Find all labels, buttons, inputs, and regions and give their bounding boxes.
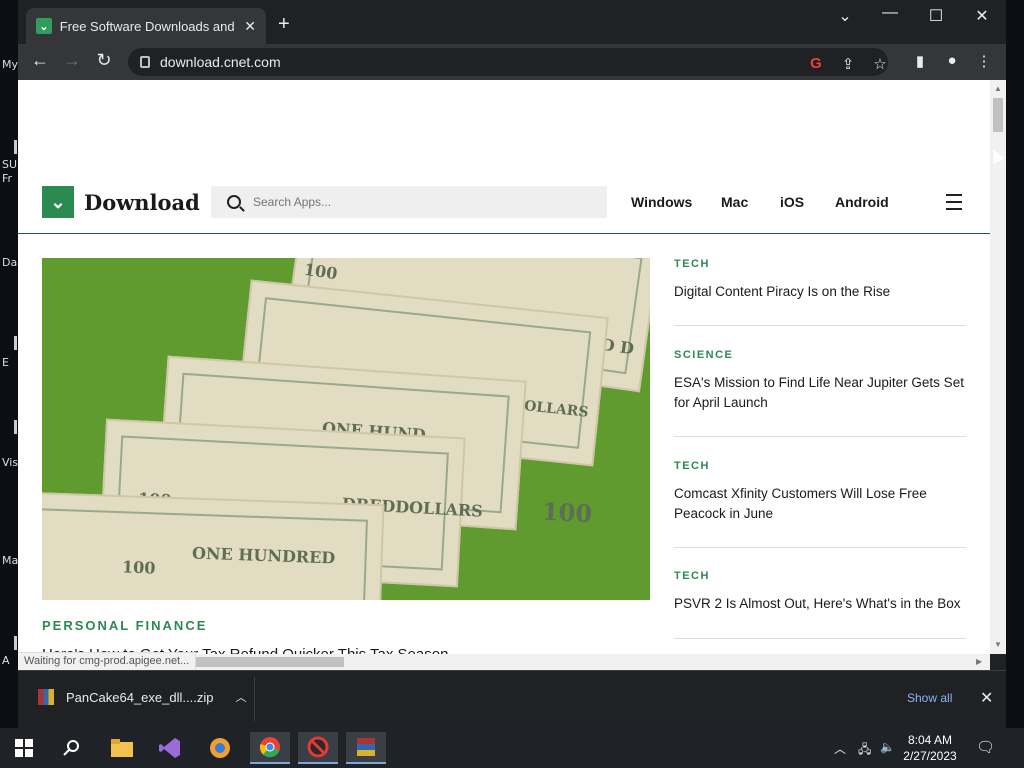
desktop-label: Vis: [2, 456, 19, 469]
article-title[interactable]: Comcast Xfinity Customers Will Lose Free…: [674, 484, 966, 524]
brave-browser-icon[interactable]: [200, 732, 240, 764]
bill-text: 100: [541, 496, 593, 529]
show-all-link[interactable]: Show all: [907, 691, 952, 705]
reload-button[interactable]: ↻: [92, 50, 116, 71]
desktop-icon-bar: [14, 336, 17, 350]
profile-icon[interactable]: ●: [941, 52, 963, 69]
search-input[interactable]: [253, 195, 553, 209]
download-item[interactable]: PanCake64_exe_dll....zip ︿: [38, 689, 246, 705]
site-header: ⌄ Download Windows Mac iOS Android: [18, 184, 990, 234]
tab-title: Free Software Downloads and Re: [59, 18, 237, 34]
list-item[interactable]: TECH PSVR 2 Is Almost Out, Here's What's…: [674, 570, 966, 639]
tab-search-chevron-icon[interactable]: ⌄: [830, 6, 860, 26]
search-icon: [227, 195, 241, 209]
file-explorer-icon[interactable]: [102, 732, 142, 764]
chevron-up-icon[interactable]: ︿: [235, 689, 246, 705]
browser-window: ⌄ Free Software Downloads and Re ✕ + ⌄ —…: [18, 0, 1006, 728]
volume-icon[interactable]: 🔈: [880, 740, 895, 754]
article-category: TECH: [674, 570, 710, 582]
nav-mac[interactable]: Mac: [721, 194, 748, 210]
scroll-down-icon[interactable]: ▼: [994, 640, 1002, 649]
visual-studio-icon[interactable]: [150, 732, 190, 764]
desktop-label: E: [2, 356, 9, 369]
bookmark-star-icon[interactable]: ☆: [870, 55, 890, 73]
new-tab-button[interactable]: +: [278, 14, 290, 34]
close-window-button[interactable]: ✕: [967, 6, 997, 26]
desktop-icon-bar: [14, 636, 17, 650]
back-button[interactable]: ←: [28, 50, 52, 71]
article-title[interactable]: Digital Content Piracy Is on the Rise: [674, 282, 966, 302]
url-text: download.cnet.com: [160, 54, 281, 70]
chevron-up-icon[interactable]: ︿: [834, 740, 846, 757]
nav-windows[interactable]: Windows: [631, 194, 692, 210]
tab-strip: ⌄ Free Software Downloads and Re ✕ + ⌄ —…: [18, 0, 1006, 44]
search-icon[interactable]: [52, 732, 92, 764]
desktop-label: Fr: [2, 172, 13, 185]
browser-tab[interactable]: ⌄ Free Software Downloads and Re ✕: [26, 8, 266, 44]
google-lens-icon[interactable]: G: [806, 55, 826, 72]
download-filename: PanCake64_exe_dll....zip: [66, 689, 214, 705]
forward-button[interactable]: →: [60, 50, 84, 71]
hero-category[interactable]: PERSONAL FINANCE: [42, 618, 207, 633]
vertical-scrollbar[interactable]: ▲ ▼: [990, 80, 1006, 654]
article-title[interactable]: PSVR 2 Is Almost Out, Here's What's in t…: [674, 594, 966, 614]
list-item[interactable]: SCIENCE ESA's Mission to Find Life Near …: [674, 349, 966, 437]
menu-kebab-icon[interactable]: ⋮: [973, 52, 995, 70]
download-logo-icon: ⌄: [36, 18, 52, 34]
taskbar: ︿ 🖧 🔈 8:04 AM 2/27/2023 🗨: [0, 728, 1024, 768]
minimize-button[interactable]: —: [875, 4, 905, 22]
share-icon[interactable]: ⇪: [838, 55, 858, 73]
desktop-label: A: [2, 654, 10, 667]
zip-archive-icon: [38, 689, 54, 705]
browser-toolbar: ← → ↻ download.cnet.com G ⇪ ☆ ▮ ● ⋮: [18, 44, 1006, 80]
close-tab-icon[interactable]: ✕: [244, 18, 256, 35]
desktop-label: Da: [2, 256, 18, 269]
hero-image[interactable]: 100 ONE HUNDRED D 100 ONE HUNDRED DOLLAR…: [42, 258, 650, 600]
desktop-icon-bar: [14, 420, 17, 434]
article-title[interactable]: ESA's Mission to Find Life Near Jupiter …: [674, 373, 966, 413]
close-shelf-icon[interactable]: ✕: [980, 688, 993, 708]
desktop-label: SU: [2, 158, 18, 171]
notifications-icon[interactable]: 🗨: [976, 738, 995, 756]
nav-ios[interactable]: iOS: [780, 194, 804, 210]
side-panel-icon[interactable]: ▮: [909, 52, 931, 70]
clock-date: 2/27/2023: [903, 749, 957, 763]
article-category: SCIENCE: [674, 349, 734, 361]
scroll-right-icon[interactable]: ▶: [976, 657, 982, 666]
winrar-icon[interactable]: [346, 732, 386, 764]
list-item[interactable]: TECH Digital Content Piracy Is on the Ri…: [674, 258, 966, 326]
web-page: ⌄ Download Windows Mac iOS Android 100 O…: [18, 80, 990, 654]
clock-time: 8:04 AM: [907, 733, 953, 747]
chrome-icon[interactable]: [250, 732, 290, 764]
search-box[interactable]: [211, 186, 607, 218]
download-logo-icon[interactable]: ⌄: [42, 186, 74, 218]
article-category: TECH: [674, 258, 710, 270]
network-icon[interactable]: 🖧: [858, 740, 871, 761]
lock-icon[interactable]: [140, 56, 150, 68]
desktop-label: My: [2, 58, 19, 71]
bill-text: 100: [121, 557, 156, 578]
scroll-up-icon[interactable]: ▲: [994, 84, 1002, 93]
address-bar[interactable]: download.cnet.com G ⇪ ☆: [128, 48, 888, 76]
divider: [254, 677, 255, 721]
system-clock[interactable]: 8:04 AM 2/27/2023: [900, 732, 960, 764]
list-item[interactable]: TECH Comcast Xfinity Customers Will Lose…: [674, 460, 966, 548]
hamburger-menu-icon[interactable]: [946, 194, 962, 215]
blocked-app-icon[interactable]: [298, 732, 338, 764]
status-bubble: Waiting for cmg-prod.apigee.net...: [18, 652, 197, 670]
article-category: TECH: [674, 460, 710, 472]
download-shelf: PanCake64_exe_dll....zip ︿ Show all ✕: [18, 670, 1006, 728]
maximize-button[interactable]: ☐: [921, 6, 951, 26]
windows-start-icon[interactable]: [4, 732, 44, 764]
desktop-icon-bar: [14, 140, 17, 154]
nav-android[interactable]: Android: [835, 194, 889, 210]
site-logo-text[interactable]: Download: [84, 190, 200, 215]
scroll-thumb[interactable]: [993, 98, 1003, 132]
desktop-label: Ma: [2, 554, 19, 567]
